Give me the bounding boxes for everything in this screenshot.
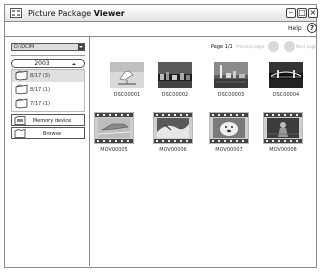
previous-page-label: Previous page [236,44,265,49]
photo-thumbnail[interactable] [214,62,248,88]
movie-thumbnail[interactable] [153,112,193,144]
page-indicator: Page 1/1 [211,44,233,50]
folder-item[interactable]: 8/17 (3) [12,70,84,82]
folder-item[interactable]: 8/17 (1) [12,84,84,96]
photo-thumbnail[interactable] [269,62,303,88]
thumbnail-label: MOV00008 [269,147,297,153]
folder-label: 8/17 (3) [30,73,50,79]
thumbnail-label: MOV00005 [100,147,128,153]
sidebar-divider [11,55,85,56]
help-icon[interactable]: ? [307,23,317,33]
browse-label: Browse [42,131,62,137]
maximize-icon: □ [298,8,306,17]
close-button[interactable]: × [308,8,318,18]
folder-icon [15,84,28,95]
movie-thumbnail[interactable] [94,112,134,144]
next-page-button[interactable] [284,41,295,52]
minimize-icon: – [289,8,293,17]
title-bold: Viewer [93,9,125,18]
chevron-down-icon[interactable] [78,44,84,50]
memory-device-button[interactable]: Memory device [11,114,85,126]
folder-tree: 8/17 (3) 8/17 (1) 7/17 (1) [11,69,85,112]
year-label: 2003 [34,60,50,67]
folder-label: 7/17 (1) [30,101,50,107]
picture-package-icon [10,8,22,18]
folder-label: 8/17 (1) [30,87,50,93]
thumbnail-label: MOV00006 [159,147,187,153]
movie-thumbnail[interactable] [263,112,303,144]
year-toggle-button[interactable]: 2003 [11,59,85,68]
thumbnail-label: DSC00004 [272,92,300,98]
close-icon: × [309,8,317,17]
drive-select-value: D:\DCIM [14,44,35,50]
window-title: Picture Package Viewer [28,9,125,19]
drive-select[interactable]: D:\DCIM [11,43,85,51]
photo-thumbnail[interactable] [110,62,144,88]
thumbnail-label: MOV00007 [215,147,243,153]
movie-thumbnail[interactable] [209,112,249,144]
app-window: Picture Package Viewer – □ × Help ? D:\D… [0,0,322,274]
thumbnail-label: DSC00002 [161,92,189,98]
folder-item[interactable]: 7/17 (1) [12,98,84,110]
help-link[interactable]: Help [288,25,302,32]
collapse-arrow-icon [72,63,76,65]
folder-icon [15,70,28,81]
menu-line: Help ? [4,22,317,36]
title-prefix: Picture Package [28,9,92,18]
title-bar: Picture Package Viewer – □ × [4,4,318,22]
memory-device-label: Memory device [32,118,72,124]
maximize-button[interactable]: □ [297,8,307,18]
folder-icon [15,98,28,109]
minimize-button[interactable]: – [286,8,296,18]
thumbnail-label: DSC00001 [113,92,141,98]
next-page-label: Next page [296,44,317,49]
browse-button[interactable]: Browse [11,127,85,139]
thumbnail-label: DSC00003 [217,92,245,98]
photo-thumbnail[interactable] [158,62,192,88]
previous-page-button[interactable] [268,41,279,52]
